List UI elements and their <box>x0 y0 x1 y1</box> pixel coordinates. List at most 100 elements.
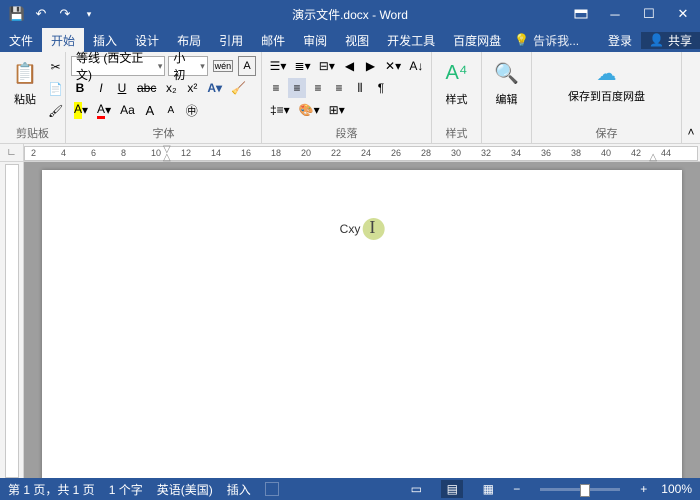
share-button[interactable]: 👤共享 <box>641 32 700 49</box>
justify-button[interactable]: ≡ <box>330 78 348 98</box>
ruler-tick: 22 <box>331 148 341 158</box>
clear-format-button[interactable]: 🧹 <box>228 78 249 98</box>
login-button[interactable]: 登录 <box>599 32 641 49</box>
ruler-track-h[interactable]: ▽ △ △ 2468101214161820222426283032343638… <box>24 146 698 161</box>
zoom-slider[interactable] <box>540 488 620 491</box>
macro-record-icon[interactable] <box>265 482 279 496</box>
tab-selector[interactable]: ∟ <box>0 144 24 161</box>
tab-view[interactable]: 视图 <box>336 28 378 52</box>
tab-dev[interactable]: 开发工具 <box>378 28 444 52</box>
shading-button[interactable]: 🎨▾ <box>296 100 323 120</box>
styles-label: 样式 <box>446 91 468 107</box>
quick-access-toolbar: 💾 ↶ ↷ ▾ <box>0 3 106 25</box>
ruler-tick: 8 <box>121 148 126 158</box>
baidu-save-button[interactable]: ☁ 保存到百度网盘 <box>537 55 676 105</box>
tab-review[interactable]: 审阅 <box>294 28 336 52</box>
font-size-select[interactable]: 小初 <box>168 56 207 76</box>
undo-icon[interactable]: ↶ <box>30 3 52 25</box>
collapse-ribbon-icon[interactable]: ˄ <box>682 52 700 143</box>
tell-me-label: 告诉我... <box>533 32 579 49</box>
copy-icon[interactable]: 📄 <box>45 79 66 99</box>
tab-ref[interactable]: 引用 <box>210 28 252 52</box>
paste-icon: 📋 <box>9 57 41 89</box>
tab-baidu[interactable]: 百度网盘 <box>444 28 510 52</box>
align-left-button[interactable]: ≡ <box>267 78 285 98</box>
text-content: Cxy <box>340 222 361 236</box>
zoom-in-icon[interactable]: + <box>640 482 647 496</box>
print-layout-icon[interactable]: ▤ <box>441 480 463 498</box>
redo-icon[interactable]: ↷ <box>54 3 76 25</box>
decrease-indent-button[interactable]: ◀ <box>340 56 358 76</box>
show-marks-button[interactable]: ¶ <box>372 78 390 98</box>
ruler-tick: 44 <box>661 148 671 158</box>
ruler-tick: 32 <box>481 148 491 158</box>
tab-file[interactable]: 文件 <box>0 28 42 52</box>
web-layout-icon[interactable]: ▦ <box>477 480 499 498</box>
ruler-tick: 36 <box>541 148 551 158</box>
window-controls: ─ ☐ ✕ <box>564 0 700 28</box>
status-page[interactable]: 第 1 页，共 1 页 <box>8 481 95 498</box>
save-icon[interactable]: 💾 <box>6 3 28 25</box>
ruler-tick: 38 <box>571 148 581 158</box>
baidu-save-label: 保存到百度网盘 <box>568 91 645 103</box>
font-family-value: 等线 (西文正文) <box>76 49 150 83</box>
grow-font-button[interactable]: A <box>141 100 159 120</box>
font-family-select[interactable]: 等线 (西文正文) <box>71 56 165 76</box>
asian-layout-button[interactable]: ✕▾ <box>382 56 403 76</box>
text-effects-button[interactable]: A▾ <box>204 78 225 98</box>
maximize-icon[interactable]: ☐ <box>632 0 666 28</box>
align-right-button[interactable]: ≡ <box>309 78 327 98</box>
ruler-tick: 34 <box>511 148 521 158</box>
styles-button[interactable]: A⁴ 样式 <box>437 55 476 109</box>
bullets-button[interactable]: ☰▾ <box>267 56 289 76</box>
group-label-styles: 样式 <box>437 123 476 143</box>
close-icon[interactable]: ✕ <box>666 0 700 28</box>
tab-mail[interactable]: 邮件 <box>252 28 294 52</box>
format-painter-icon[interactable]: 🖌 <box>45 101 66 121</box>
char-border-button[interactable]: A <box>238 56 256 76</box>
line-spacing-button[interactable]: ‡≡▾ <box>267 100 293 120</box>
highlight-button[interactable]: A▾ <box>71 100 91 120</box>
numbering-button[interactable]: ≣▾ <box>292 56 313 76</box>
shrink-font-button[interactable]: A <box>162 100 180 120</box>
zoom-out-icon[interactable]: − <box>513 482 520 496</box>
status-mode[interactable]: 插入 <box>227 481 251 498</box>
group-label-clipboard: 剪贴板 <box>5 123 60 143</box>
paste-button[interactable]: 📋 粘贴 <box>5 55 45 109</box>
window-title: 演示文件.docx - Word <box>292 6 408 23</box>
ruler-tick: 16 <box>241 148 251 158</box>
ruler-tick: 30 <box>451 148 461 158</box>
sort-button[interactable]: A↓ <box>407 56 426 76</box>
font-size-value: 小初 <box>173 49 192 83</box>
status-words[interactable]: 1 个字 <box>109 481 143 498</box>
qat-more-icon[interactable]: ▾ <box>78 3 100 25</box>
ribbon-opts-icon[interactable] <box>564 0 598 28</box>
group-label-para: 段落 <box>267 123 426 143</box>
phonetic-guide-button[interactable]: wén <box>211 56 235 76</box>
read-mode-icon[interactable]: ▭ <box>405 480 427 498</box>
bulb-icon: 💡 <box>514 33 529 47</box>
tell-me[interactable]: 💡 告诉我... <box>514 28 579 52</box>
edit-button[interactable]: 🔍 编辑 <box>487 55 526 109</box>
document-area: Cxy <box>0 162 700 478</box>
borders-button[interactable]: ⊞▾ <box>326 100 348 120</box>
ruler-tick: 10 <box>151 148 161 158</box>
edit-label: 编辑 <box>496 91 518 107</box>
enclose-char-button[interactable]: ㊥ <box>183 100 201 120</box>
font-color-button[interactable]: A▾ <box>94 100 114 120</box>
distributed-button[interactable]: ⫴ <box>351 78 369 98</box>
change-case-button[interactable]: Aa <box>117 100 138 120</box>
minimize-icon[interactable]: ─ <box>598 0 632 28</box>
document-page[interactable]: Cxy <box>42 170 682 478</box>
status-lang[interactable]: 英语(美国) <box>157 481 213 498</box>
cut-icon[interactable]: ✂ <box>45 57 66 77</box>
page-scroll[interactable]: Cxy <box>24 162 700 478</box>
ruler-track-v[interactable] <box>5 164 19 478</box>
zoom-value[interactable]: 100% <box>661 482 692 496</box>
align-center-button[interactable]: ≡ <box>288 78 306 98</box>
ruler-tick: 42 <box>631 148 641 158</box>
increase-indent-button[interactable]: ▶ <box>361 56 379 76</box>
multilevel-button[interactable]: ⊟▾ <box>316 56 337 76</box>
ruler-tick: 12 <box>181 148 191 158</box>
document-text[interactable]: Cxy <box>340 218 385 240</box>
